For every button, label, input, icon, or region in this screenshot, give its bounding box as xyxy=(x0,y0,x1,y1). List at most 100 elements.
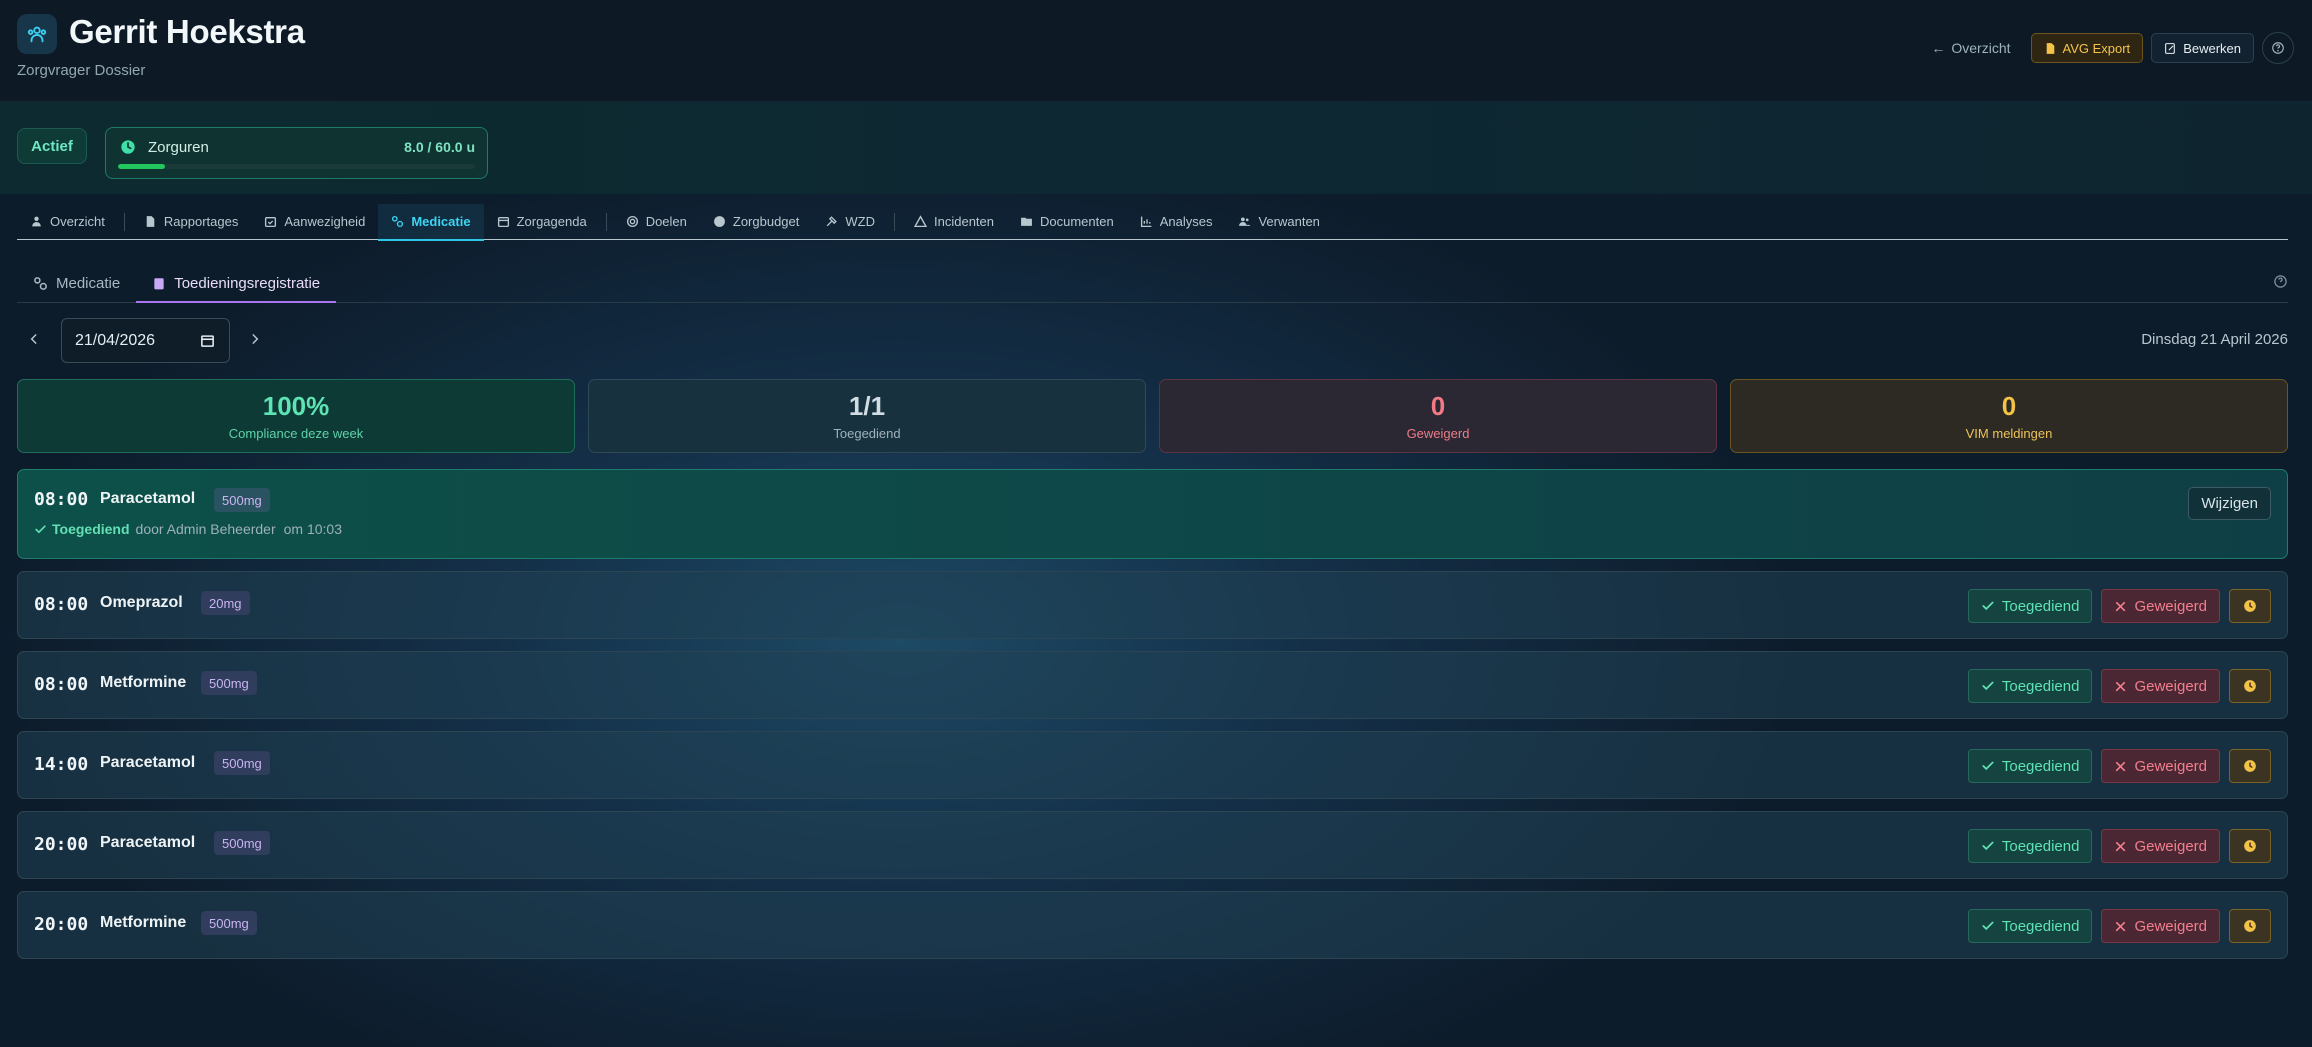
file-icon xyxy=(146,216,155,227)
sub-tabs: Medicatie Toedieningsregistratie xyxy=(17,264,2288,303)
edit-button[interactable]: Bewerken xyxy=(2151,33,2254,63)
list-item: 14:00 Paracetamol 500mg Toegediend Gewei… xyxy=(17,731,2288,799)
tab-verwanten[interactable]: Verwanten xyxy=(1225,204,1332,240)
chevron-right-icon[interactable] xyxy=(248,330,262,348)
list-item: 08:00 Metformine 500mg Toegediend Geweig… xyxy=(17,651,2288,719)
main-tabs: Overzicht Rapportages Aanwezigheid Medic… xyxy=(17,203,2288,241)
page-subtitle: Zorgvrager Dossier xyxy=(17,62,146,79)
administration-list: 08:00 Paracetamol 500mg Toegediend door … xyxy=(17,469,2288,971)
admin-time: 20:00 xyxy=(34,834,89,855)
list-item: 08:00 Paracetamol 500mg Toegediend door … xyxy=(17,469,2288,559)
admin-time: 14:00 xyxy=(34,754,89,775)
care-hours-label: Zorguren xyxy=(148,139,209,156)
dose-badge: 500mg xyxy=(201,911,257,935)
check-icon xyxy=(1982,841,1994,851)
postpone-button[interactable] xyxy=(2229,589,2271,623)
admin-time: 08:00 xyxy=(34,594,89,615)
stats-row: 100% Compliance deze week 1/1 Toegediend… xyxy=(17,379,2288,453)
calendar-check-icon xyxy=(265,217,277,228)
calendar-icon[interactable] xyxy=(200,333,215,348)
subtab-medicatie[interactable]: Medicatie xyxy=(17,264,136,302)
admin-time: 20:00 xyxy=(34,914,89,935)
medication-name: Paracetamol xyxy=(100,490,196,507)
dose-badge: 20mg xyxy=(201,591,250,615)
chevron-left-icon[interactable] xyxy=(27,330,41,348)
mark-given-button[interactable]: Toegediend xyxy=(1967,669,2093,703)
administration-status: Toegediend door Admin Beheerder om 10:03 xyxy=(34,521,342,537)
check-icon xyxy=(35,524,46,533)
medication-name: Paracetamol xyxy=(100,834,196,851)
change-button[interactable]: Wijzigen xyxy=(2188,487,2271,520)
stat-vim: 0 VIM meldingen xyxy=(1730,379,2288,453)
tab-aanwezigheid[interactable]: Aanwezigheid xyxy=(251,204,378,240)
mark-given-button[interactable]: Toegediend xyxy=(1967,749,2093,783)
clock-icon xyxy=(2244,840,2256,852)
tab-analyses[interactable]: Analyses xyxy=(1127,204,1226,240)
mark-given-button[interactable]: Toegediend xyxy=(1967,589,2093,623)
tab-wzd[interactable]: WZD xyxy=(812,204,888,240)
close-icon xyxy=(2116,601,2126,611)
tab-rapportages[interactable]: Rapportages xyxy=(131,204,251,240)
clipboard-icon xyxy=(154,277,164,289)
back-to-overview-link[interactable]: ← Overzicht xyxy=(1919,33,2022,63)
date-long-label: Dinsdag 21 April 2026 xyxy=(2141,331,2288,348)
date-navigation: 21/04/2026 Dinsdag 21 April 2026 xyxy=(17,318,2288,363)
help-icon[interactable] xyxy=(2273,274,2288,289)
chart-icon xyxy=(1140,216,1152,228)
close-icon xyxy=(2116,921,2126,931)
warning-icon xyxy=(914,215,927,228)
close-icon xyxy=(2116,761,2126,771)
tab-zorgagenda[interactable]: Zorgagenda xyxy=(484,204,600,240)
tab-divider xyxy=(605,212,607,231)
avg-export-button[interactable]: AVG Export xyxy=(2030,33,2144,63)
mark-refused-button[interactable]: Geweigerd xyxy=(2101,589,2220,623)
tab-documenten[interactable]: Documenten xyxy=(1007,204,1127,240)
subtab-toedieningsregistratie[interactable]: Toedieningsregistratie xyxy=(136,264,337,303)
list-item: 20:00 Paracetamol 500mg Toegediend Gewei… xyxy=(17,811,2288,879)
file-export-icon xyxy=(2046,42,2054,54)
dose-badge: 500mg xyxy=(214,831,270,855)
tab-divider xyxy=(894,212,895,231)
mark-given-button[interactable]: Toegediend xyxy=(1967,909,2093,943)
postpone-button[interactable] xyxy=(2229,909,2271,943)
clock-icon xyxy=(2244,600,2256,612)
user-icon xyxy=(32,216,41,227)
tab-doelen[interactable]: Doelen xyxy=(613,204,700,240)
medication-name: Metformine xyxy=(100,914,187,931)
medication-name: Omeprazol xyxy=(100,594,183,611)
status-strip: Actief Zorguren 8.0 / 60.0 u xyxy=(0,102,2312,194)
pill-icon xyxy=(392,215,404,228)
edit-icon xyxy=(2165,42,2176,54)
mark-refused-button[interactable]: Geweigerd xyxy=(2101,829,2220,863)
care-hours-card: Zorguren 8.0 / 60.0 u xyxy=(105,127,488,179)
tab-medicatie[interactable]: Medicatie xyxy=(378,203,484,241)
care-hours-value: 8.0 / 60.0 u xyxy=(404,139,475,155)
admin-time: 08:00 xyxy=(34,489,89,510)
help-button[interactable] xyxy=(2262,32,2294,64)
care-hours-progress xyxy=(118,164,475,169)
postpone-button[interactable] xyxy=(2229,829,2271,863)
list-item: 08:00 Omeprazol 20mg Toegediend Geweiger… xyxy=(17,571,2288,639)
postpone-button[interactable] xyxy=(2229,669,2271,703)
dose-badge: 500mg xyxy=(201,671,257,695)
date-input[interactable]: 21/04/2026 xyxy=(61,318,230,363)
clock-icon xyxy=(2244,760,2256,772)
mark-given-button[interactable]: Toegediend xyxy=(1967,829,2093,863)
mark-refused-button[interactable]: Geweigerd xyxy=(2101,749,2220,783)
check-icon xyxy=(1982,681,1994,691)
mark-refused-button[interactable]: Geweigerd xyxy=(2101,909,2220,943)
status-badge: Actief xyxy=(17,128,87,164)
users-icon xyxy=(27,26,47,43)
postpone-button[interactable] xyxy=(2229,749,2271,783)
close-icon xyxy=(2116,841,2126,851)
tab-zorgbudget[interactable]: Zorgbudget xyxy=(700,204,813,240)
tab-incidenten[interactable]: Incidenten xyxy=(901,204,1007,240)
arrow-left-icon: ← xyxy=(1931,40,1946,56)
close-icon xyxy=(2116,681,2126,691)
pill-icon xyxy=(34,276,47,290)
mark-refused-button[interactable]: Geweigerd xyxy=(2101,669,2220,703)
tab-divider xyxy=(123,212,125,231)
hammer-icon xyxy=(827,216,838,227)
users-icon xyxy=(1239,217,1251,226)
tab-overzicht[interactable]: Overzicht xyxy=(17,204,118,240)
